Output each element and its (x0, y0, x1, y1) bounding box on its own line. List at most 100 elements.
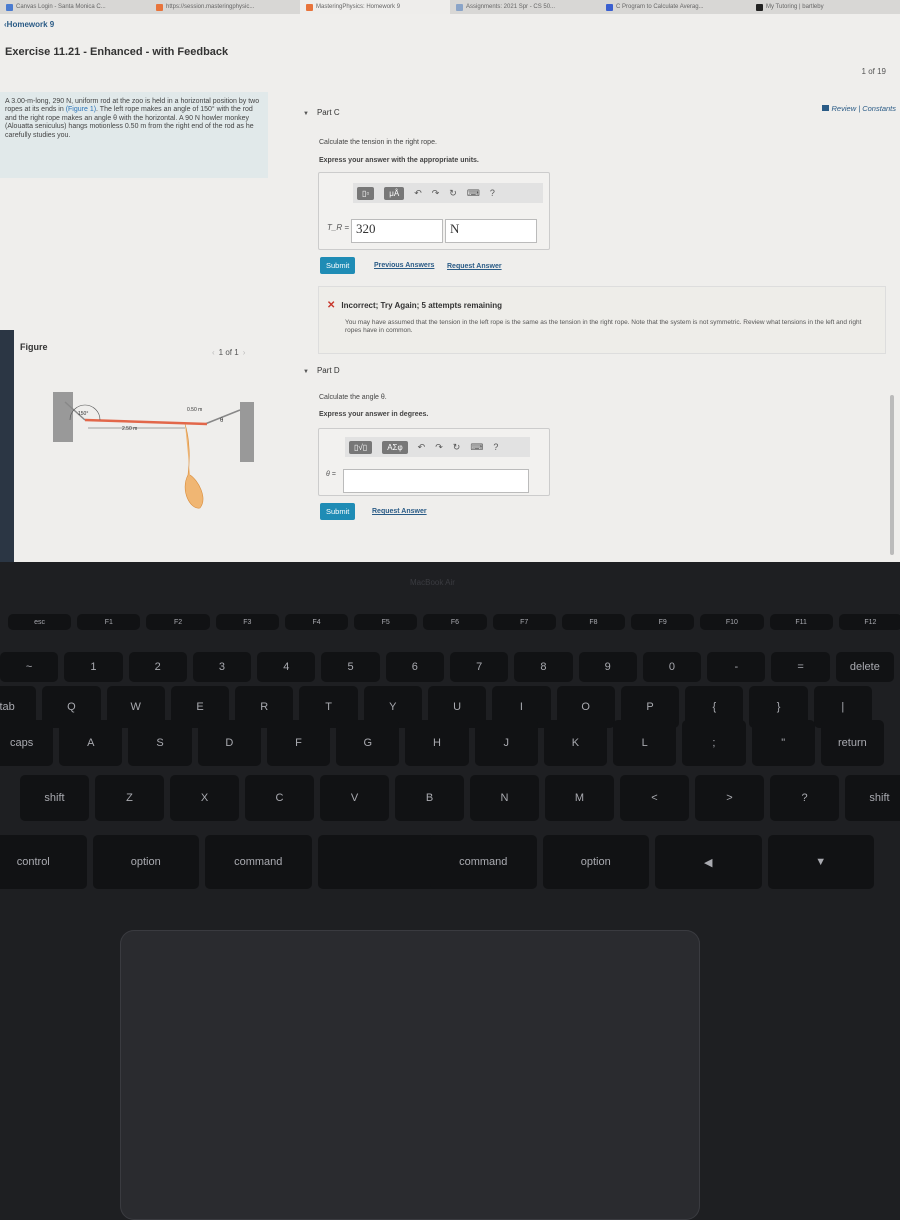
part-d-answer-box: ▯√▯ ΑΣφ ↶ ↷ ↻ ⌨ ? θ = (318, 428, 550, 496)
key-option[interactable]: option (542, 835, 649, 889)
key-1[interactable]: 1 (64, 652, 123, 682)
scrollbar[interactable] (890, 395, 894, 555)
key-j[interactable]: J (474, 720, 538, 766)
key-delete[interactable]: delete (835, 652, 894, 682)
next-figure-icon[interactable]: › (243, 348, 246, 357)
key-k[interactable]: K (543, 720, 608, 766)
key--[interactable]: ; (682, 720, 746, 766)
trackpad[interactable] (120, 930, 700, 1220)
part-c-header[interactable]: ▼ Part C (303, 108, 340, 117)
magnitude-input[interactable]: 320 (351, 219, 443, 243)
key-f5[interactable]: F5 (354, 614, 418, 630)
key-b[interactable]: B (395, 775, 464, 821)
key-6[interactable]: 6 (385, 652, 444, 682)
key-shift[interactable]: shift (845, 775, 900, 821)
key-9[interactable]: 9 (578, 652, 637, 682)
key--[interactable]: > (695, 775, 764, 821)
key-8[interactable]: 8 (514, 652, 573, 682)
key-f3[interactable]: F3 (215, 614, 279, 630)
key--[interactable]: < (620, 775, 689, 821)
key-3[interactable]: 3 (192, 652, 252, 682)
key--[interactable]: ◀ (655, 835, 762, 889)
key-m[interactable]: M (545, 775, 614, 821)
keyboard-icon[interactable]: ⌨ (470, 442, 483, 453)
redo-icon[interactable]: ↷ (432, 188, 440, 199)
part-c-request-answer-link[interactable]: Request Answer (447, 263, 502, 270)
templates-button[interactable]: ▯√▯ (349, 440, 373, 454)
key-g[interactable]: G (336, 720, 400, 766)
templates-button[interactable]: ▯▫ (357, 186, 375, 200)
symbols-button[interactable]: ΑΣφ (382, 440, 408, 454)
tab-assignments[interactable]: Assignments: 2021 Spr - CS 50... (450, 0, 600, 14)
help-icon[interactable]: ? (490, 188, 495, 198)
key-v[interactable]: V (320, 775, 389, 821)
key--[interactable]: - (707, 652, 766, 682)
key-command[interactable]: command (430, 835, 537, 889)
key-f4[interactable]: F4 (284, 614, 349, 630)
tab-canvas[interactable]: Canvas Login - Santa Monica C... (0, 0, 150, 14)
key-5[interactable]: 5 (321, 652, 380, 682)
key-f1[interactable]: F1 (77, 614, 141, 630)
key--[interactable]: ~ (0, 652, 59, 682)
key-return[interactable]: return (820, 720, 884, 766)
key-c[interactable]: C (245, 775, 314, 821)
key-s[interactable]: S (128, 720, 192, 766)
tab-c-program[interactable]: C Program to Calculate Averag... (600, 0, 750, 14)
key-f6[interactable]: F6 (423, 614, 487, 630)
key-esc[interactable]: esc (8, 614, 72, 630)
tab-mastering-physics[interactable]: MasteringPhysics: Homework 9 (300, 0, 450, 14)
key-h[interactable]: H (405, 720, 469, 766)
review-constants-link[interactable]: Review | Constants (821, 104, 896, 113)
tab-bartleby[interactable]: My Tutoring | bartleby (750, 0, 900, 14)
key-a[interactable]: A (59, 720, 123, 766)
back-to-homework-link[interactable]: ‹Homework 9 (4, 20, 54, 29)
key--[interactable]: = (771, 652, 830, 682)
key-f12[interactable]: F12 (838, 614, 900, 630)
part-c-submit-button[interactable]: Submit (320, 257, 356, 274)
figure-label: Figure (20, 342, 48, 352)
reset-icon[interactable]: ↻ (449, 188, 457, 199)
exercise-pager[interactable]: 1 of 19 (862, 67, 886, 76)
key-caps[interactable]: caps (0, 720, 54, 766)
key-option[interactable]: option (92, 835, 199, 889)
angle-input[interactable] (343, 469, 529, 493)
key--[interactable]: ? (770, 775, 839, 821)
part-d-header[interactable]: ▼ Part D (303, 366, 340, 375)
key-d[interactable]: D (197, 720, 261, 766)
undo-icon[interactable]: ↶ (418, 442, 426, 453)
key-f11[interactable]: F11 (769, 614, 833, 630)
keyboard-icon[interactable]: ⌨ (467, 188, 480, 199)
key-x[interactable]: X (170, 775, 239, 821)
part-d-request-answer-link[interactable]: Request Answer (372, 508, 427, 515)
key--[interactable]: " (751, 720, 815, 766)
key-f8[interactable]: F8 (561, 614, 626, 630)
key-command[interactable]: command (205, 835, 312, 889)
key-4[interactable]: 4 (257, 652, 316, 682)
key-f2[interactable]: F2 (146, 614, 210, 630)
undo-icon[interactable]: ↶ (414, 188, 422, 199)
key-l[interactable]: L (613, 720, 677, 766)
units-button[interactable]: μÅ (384, 186, 405, 200)
figure-link[interactable]: (Figure 1) (66, 106, 96, 113)
key-f[interactable]: F (266, 720, 331, 766)
key-shift[interactable]: shift (20, 775, 89, 821)
key-0[interactable]: 0 (642, 652, 702, 682)
key-control[interactable]: control (0, 835, 87, 889)
help-icon[interactable]: ? (493, 442, 498, 452)
previous-answers-link[interactable]: Previous Answers (374, 262, 434, 269)
reset-icon[interactable]: ↻ (453, 442, 461, 453)
redo-icon[interactable]: ↷ (435, 442, 443, 453)
prev-figure-icon[interactable]: ‹ (212, 348, 215, 357)
favicon-icon (6, 3, 13, 11)
part-d-submit-button[interactable]: Submit (320, 503, 356, 520)
key-z[interactable]: Z (95, 775, 164, 821)
key-f10[interactable]: F10 (700, 614, 764, 630)
tab-session[interactable]: https://session.masteringphysic... (150, 0, 300, 14)
unit-input[interactable]: N (445, 219, 537, 243)
key-f9[interactable]: F9 (631, 614, 695, 630)
key-f7[interactable]: F7 (492, 614, 556, 630)
key-7[interactable]: 7 (450, 652, 509, 682)
key--[interactable]: ▼ (767, 835, 874, 889)
key-n[interactable]: N (470, 775, 539, 821)
key-2[interactable]: 2 (128, 652, 187, 682)
